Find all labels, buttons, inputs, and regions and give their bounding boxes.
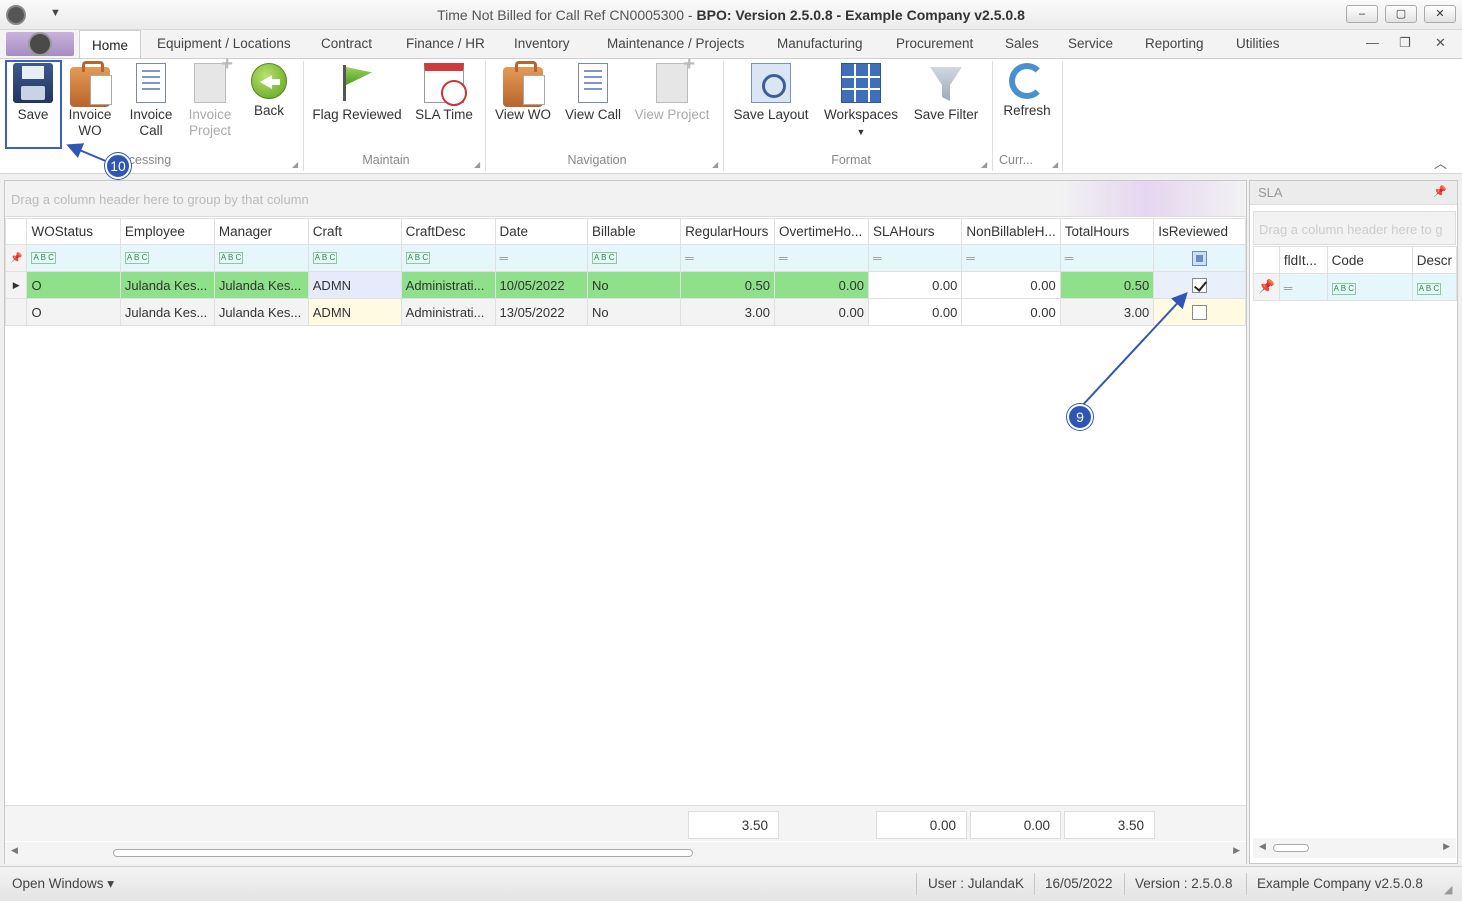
step-callout-9: 9 (1067, 404, 1093, 430)
step-callout-10: 10 (105, 153, 131, 179)
callout-arrows (66, 143, 1188, 409)
